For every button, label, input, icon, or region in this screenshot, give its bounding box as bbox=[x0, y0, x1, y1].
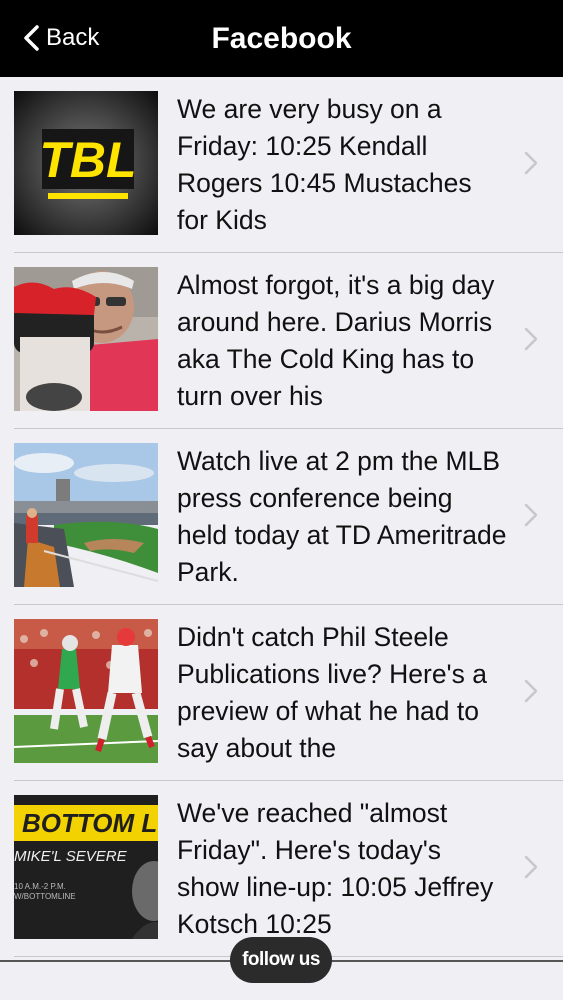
bottom-line-logo-text: BOTTOM L bbox=[22, 808, 157, 838]
feed-item[interactable]: Watch live at 2 pm the MLB press confere… bbox=[0, 429, 563, 605]
chevron-right-icon bbox=[524, 151, 538, 175]
tbl-logo-image: TBL bbox=[14, 91, 158, 235]
chevron-right-icon bbox=[524, 855, 538, 879]
facebook-feed-list[interactable]: TBL We are very busy on a Friday: 10:25 … bbox=[0, 77, 563, 957]
follow-us-button[interactable]: follow us bbox=[230, 937, 332, 983]
chevron-right-icon bbox=[524, 679, 538, 703]
bottom-line-show-image: BOTTOM L MIKE'L SEVERE 10 A.M.-2 P.M. W/… bbox=[14, 795, 158, 939]
feed-item[interactable]: Almost forgot, it's a big day around her… bbox=[0, 253, 563, 429]
man-with-puppet-image bbox=[14, 267, 158, 411]
tbl-logo-text: TBL bbox=[39, 132, 136, 188]
feed-item[interactable]: Didn't catch Phil Steele Publications li… bbox=[0, 605, 563, 781]
feed-thumbnail bbox=[14, 267, 158, 411]
baseball-stadium-image bbox=[14, 443, 158, 587]
bottom-line-time-text: 10 A.M.-2 P.M. bbox=[14, 882, 66, 891]
feed-thumbnail: BOTTOM L MIKE'L SEVERE 10 A.M.-2 P.M. W/… bbox=[14, 795, 158, 939]
bottom-line-handle-text: W/BOTTOMLINE bbox=[14, 892, 76, 901]
feed-item-text: Didn't catch Phil Steele Publications li… bbox=[177, 622, 487, 763]
bottom-line-host-text: MIKE'L SEVERE bbox=[14, 848, 128, 865]
page-title: Facebook bbox=[211, 22, 352, 55]
chevron-right-icon bbox=[524, 327, 538, 351]
feed-item-text: Watch live at 2 pm the MLB press confere… bbox=[177, 446, 507, 587]
feed-item-text: We've reached "almost Friday". Here's to… bbox=[177, 798, 494, 939]
feed-thumbnail bbox=[14, 619, 158, 763]
nav-bar: Back Facebook bbox=[0, 0, 563, 77]
feed-item[interactable]: TBL We are very busy on a Friday: 10:25 … bbox=[0, 77, 563, 253]
football-game-image bbox=[14, 619, 158, 763]
feed-item[interactable]: BOTTOM L MIKE'L SEVERE 10 A.M.-2 P.M. W/… bbox=[0, 781, 563, 957]
chevron-right-icon bbox=[524, 503, 538, 527]
feed-thumbnail bbox=[14, 443, 158, 587]
feed-thumbnail: TBL bbox=[14, 91, 158, 235]
feed-item-text: Almost forgot, it's a big day around her… bbox=[177, 270, 495, 411]
feed-item-text: We are very busy on a Friday: 10:25 Kend… bbox=[177, 94, 472, 235]
